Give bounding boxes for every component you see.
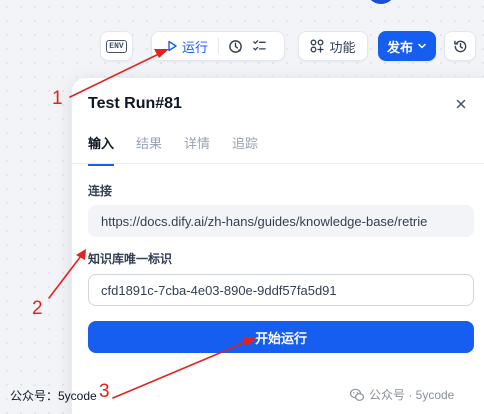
close-icon[interactable]: [454, 97, 468, 111]
env-button[interactable]: ENV: [100, 31, 133, 61]
annotation-number-1: 1: [52, 88, 63, 109]
link-input[interactable]: https://docs.dify.ai/zh-hans/guides/know…: [88, 205, 474, 237]
annotation-number-2: 2: [32, 298, 43, 319]
toolbar-divider: [218, 38, 220, 54]
run-button-label: 运行: [182, 39, 209, 55]
checklist-button[interactable]: [249, 36, 269, 56]
features-label: 功能: [329, 39, 356, 55]
publish-label: 发布: [386, 39, 413, 55]
avatar[interactable]: [366, 0, 396, 4]
watermark-left: 公众号：5ycode: [10, 389, 97, 403]
clock-play-icon: [228, 39, 242, 53]
play-icon: [168, 40, 177, 52]
tab-trace[interactable]: 追踪: [232, 133, 258, 166]
run-history-button[interactable]: [225, 36, 245, 56]
tab-result[interactable]: 结果: [136, 133, 162, 166]
publish-button[interactable]: 发布: [378, 31, 436, 61]
panel-tabs: 输入 结果 详情 追踪: [88, 133, 258, 166]
panel-title: Test Run#81: [88, 95, 182, 112]
run-button[interactable]: 运行: [166, 37, 208, 56]
tabs-divider: [72, 163, 484, 164]
features-icon: [311, 39, 325, 53]
knowledge-id-label: 知识库唯一标识: [88, 252, 173, 266]
link-field-label: 连接: [88, 184, 113, 198]
watermark-right-text: 公众号 · 5ycode: [369, 388, 455, 402]
annotation-number-3: 3: [99, 381, 110, 402]
version-history-button[interactable]: [444, 31, 476, 61]
history-icon: [453, 40, 466, 52]
knowledge-id-input[interactable]: cfd1891c-7cba-4e03-890e-9ddf57fa5d91: [88, 274, 474, 306]
test-run-panel: Test Run#81 输入 结果 详情 追踪 连接 https://docs.…: [71, 77, 484, 414]
tab-input[interactable]: 输入: [88, 133, 115, 166]
chevron-down-icon: [418, 43, 426, 49]
features-button[interactable]: 功能: [298, 31, 368, 61]
wechat-icon: [349, 388, 365, 401]
run-toolbar-group: 运行: [151, 31, 285, 61]
start-run-button[interactable]: 开始运行: [88, 321, 474, 353]
env-icon: ENV: [106, 39, 127, 53]
tab-detail[interactable]: 详情: [184, 133, 210, 166]
checklist-icon: [252, 39, 266, 51]
watermark-right: 公众号 · 5ycode: [349, 386, 454, 403]
